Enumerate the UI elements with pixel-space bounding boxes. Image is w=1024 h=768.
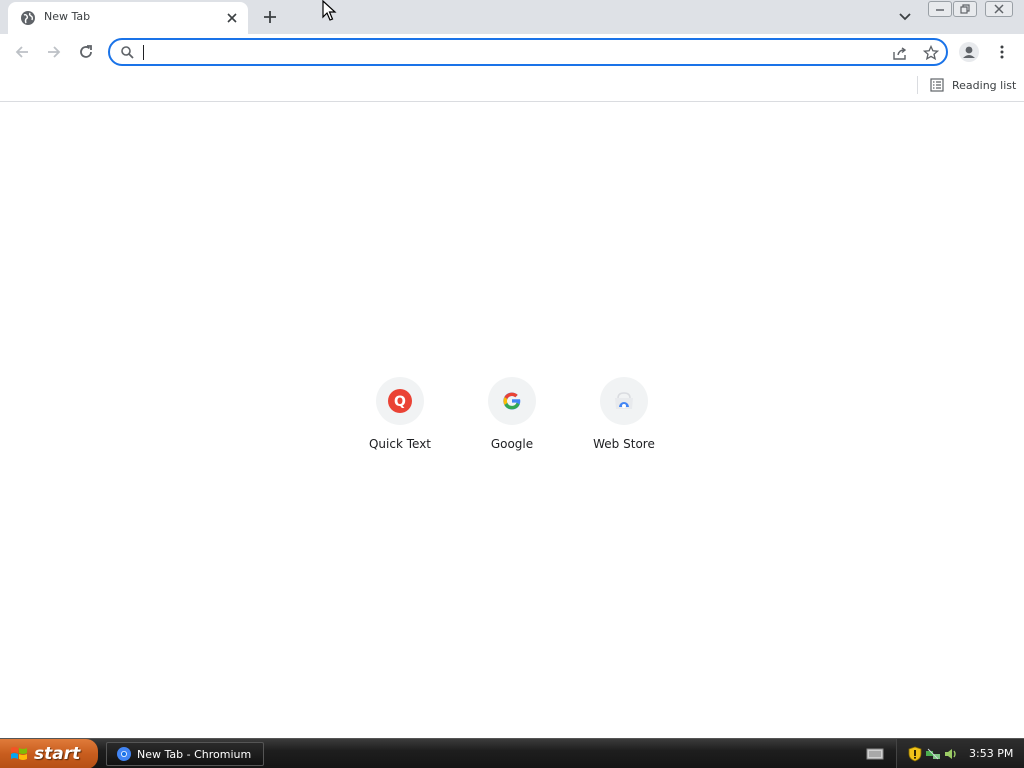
profile-button[interactable]	[957, 40, 981, 64]
taskbar-item-chromium[interactable]: New Tab - Chromium	[106, 742, 264, 766]
arrow-right-icon	[48, 46, 61, 58]
taskbar-clock: 3:53 PM	[969, 747, 1014, 760]
chromium-icon	[117, 747, 131, 761]
shortcut-icon-wrap	[600, 377, 648, 425]
reload-button[interactable]	[74, 40, 98, 64]
chevron-down-icon	[899, 13, 911, 21]
network-icon[interactable]	[925, 746, 941, 762]
close-icon	[994, 4, 1004, 14]
tab-close-button[interactable]	[222, 8, 242, 28]
bookmarks-separator	[917, 76, 918, 94]
restore-icon	[959, 3, 970, 14]
shortcut-icon-wrap: Q	[376, 377, 424, 425]
plus-icon	[264, 11, 276, 23]
omnibox[interactable]	[108, 38, 948, 66]
window-close-button[interactable]	[985, 1, 1013, 17]
back-button[interactable]	[10, 40, 34, 64]
new-tab-page: Q Quick Text Google Web Store	[0, 103, 1024, 738]
more-vert-icon	[1000, 45, 1004, 59]
quick-text-q-icon: Q	[388, 389, 412, 413]
reading-list-label: Reading list	[952, 78, 1017, 92]
shortcut-label: Web Store	[593, 437, 655, 451]
start-button[interactable]: start	[0, 739, 98, 768]
forward-button[interactable]	[42, 40, 66, 64]
reading-list-icon	[930, 78, 944, 92]
star-icon	[923, 45, 939, 61]
reload-icon	[80, 45, 92, 58]
taskbar: start New Tab - Chromium 3:53 PM	[0, 738, 1024, 768]
omnibox-input[interactable]	[142, 42, 872, 62]
share-button[interactable]	[890, 43, 910, 63]
new-tab-button[interactable]	[258, 5, 282, 29]
shortcut-label: Google	[490, 437, 534, 451]
tab-title: New Tab	[44, 10, 91, 23]
google-g-icon	[503, 392, 521, 410]
text-caret	[143, 45, 144, 60]
close-icon	[227, 13, 237, 23]
tab-search-button[interactable]	[894, 6, 916, 28]
tab-new-tab[interactable]: New Tab	[8, 2, 248, 34]
globe-icon	[21, 11, 35, 25]
shortcut-label: Quick Text	[368, 437, 431, 451]
search-icon	[121, 46, 134, 59]
shortcut-tile-google[interactable]: Google	[456, 373, 568, 463]
web-store-icon	[615, 392, 633, 409]
share-icon	[893, 47, 907, 60]
tab-strip: New Tab	[0, 0, 1024, 34]
avatar-icon	[959, 42, 979, 62]
screen: New Tab Reading list Q Quick Text Google…	[0, 0, 1024, 768]
minimize-icon	[936, 9, 944, 11]
start-label: start	[34, 744, 81, 764]
shortcut-tile-web-store[interactable]: Web Store	[568, 373, 680, 463]
arrow-left-icon	[15, 46, 28, 58]
svg-text:Q: Q	[394, 394, 406, 410]
window-minimize-button[interactable]	[928, 1, 952, 17]
shortcut-icon-wrap	[488, 377, 536, 425]
mouse-cursor-icon	[322, 0, 337, 21]
bookmarks-bar: Reading list	[0, 70, 1024, 102]
bookmark-star-button[interactable]	[921, 43, 941, 63]
window-restore-button[interactable]	[953, 1, 977, 17]
system-tray: 3:53 PM	[896, 739, 1024, 768]
security-shield-icon[interactable]	[907, 746, 923, 762]
toolbar	[0, 34, 1024, 70]
reading-list-button[interactable]: Reading list	[924, 73, 1022, 97]
keyboard-icon[interactable]	[866, 747, 884, 761]
shortcut-tile-quick-text[interactable]: Q Quick Text	[344, 373, 456, 463]
taskbar-item-label: New Tab - Chromium	[137, 747, 252, 761]
windows-flag-icon	[11, 747, 27, 760]
volume-icon[interactable]	[943, 746, 959, 762]
browser-menu-button[interactable]	[991, 40, 1013, 64]
